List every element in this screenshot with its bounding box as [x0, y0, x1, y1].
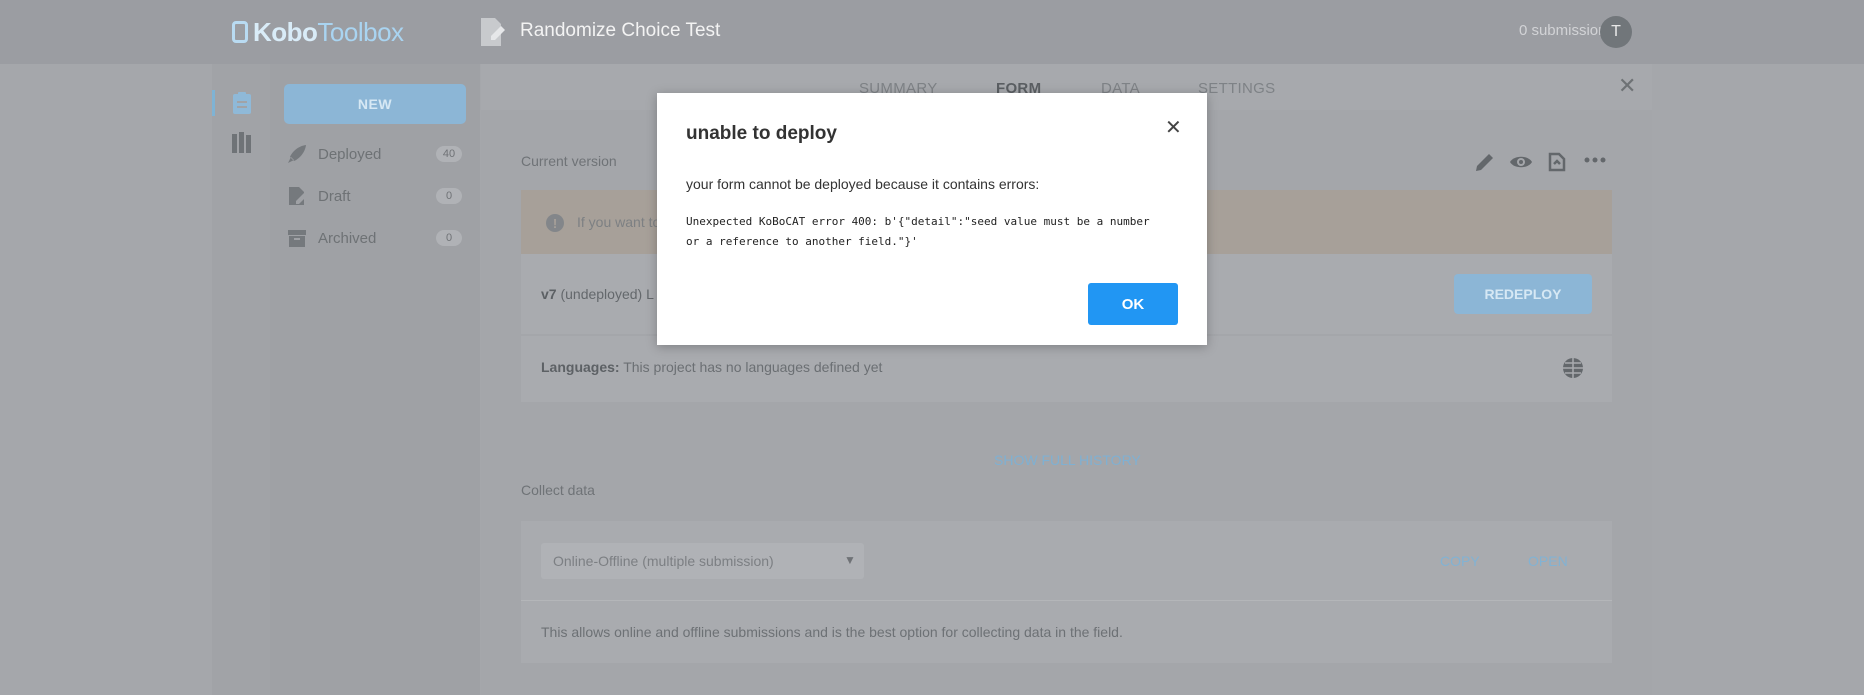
more-options-icon[interactable] — [1583, 150, 1607, 174]
error-line-2: or a reference to another field."}' — [686, 235, 918, 248]
projects-icon[interactable] — [231, 91, 253, 115]
globe-icon[interactable] — [1562, 357, 1584, 379]
rocket-icon — [288, 145, 306, 163]
logo-mark-icon — [232, 21, 248, 43]
project-title: Randomize Choice Test — [520, 20, 721, 41]
open-link-button[interactable]: OPEN — [1528, 553, 1568, 569]
copy-link-button[interactable]: COPY — [1440, 553, 1480, 569]
preview-eye-icon[interactable] — [1509, 150, 1533, 174]
replace-form-icon[interactable] — [1545, 150, 1569, 174]
current-version-label: Current version — [521, 153, 617, 169]
sidebar-item-label: Draft — [318, 187, 351, 205]
sidebar-item-label: Archived — [318, 229, 377, 247]
tab-settings[interactable]: SETTINGS — [1198, 80, 1275, 97]
logo-text-part2: Toolbox — [317, 16, 404, 47]
sidebar-item-count: 0 — [436, 230, 462, 246]
left-rail — [212, 64, 270, 695]
version-suffix: L — [646, 286, 654, 302]
collect-method-value: Online-Offline (multiple submission) — [553, 553, 774, 569]
error-line-1: Unexpected KoBoCAT error 400: b'{"detail… — [686, 215, 1150, 228]
draft-icon — [289, 187, 307, 205]
modal-title: unable to deploy — [686, 123, 837, 144]
user-avatar[interactable]: T — [1600, 16, 1632, 48]
modal-message: your form cannot be deployed because it … — [686, 176, 1040, 192]
warning-text: If you want to — [577, 214, 661, 230]
logo-text: KoboToolbox — [253, 17, 404, 48]
modal-close-icon[interactable]: ✕ — [1165, 115, 1182, 140]
sidebar-item-label: Deployed — [318, 145, 382, 163]
dropdown-arrow-icon: ▼ — [844, 553, 856, 567]
exclamation-icon: ! — [546, 214, 564, 232]
collect-data-label: Collect data — [521, 482, 595, 498]
sidebar-item-archived[interactable]: Archived 0 — [286, 224, 462, 252]
redeploy-button[interactable]: REDEPLOY — [1454, 274, 1592, 314]
library-icon[interactable] — [231, 131, 253, 155]
new-project-button[interactable]: NEW — [284, 84, 466, 124]
languages-row: Languages: This project has no languages… — [541, 359, 882, 375]
kobotoolbox-logo[interactable]: KoboToolbox — [232, 16, 404, 48]
edit-pencil-icon[interactable] — [1473, 150, 1497, 174]
version-number: v7 — [541, 286, 557, 302]
sidebar-item-draft[interactable]: Draft 0 — [286, 182, 462, 210]
form-document-icon — [481, 18, 505, 46]
divider — [521, 600, 1612, 601]
archive-icon — [288, 230, 306, 247]
show-full-history-link[interactable]: SHOW FULL HISTORY — [994, 452, 1141, 468]
languages-label: Languages: — [541, 359, 620, 375]
version-info: v7 (undeployed) L — [541, 286, 654, 302]
ok-button[interactable]: OK — [1088, 283, 1178, 325]
rail-active-indicator — [212, 90, 215, 116]
logo-text-part1: Kobo — [253, 16, 318, 47]
collect-method-description: This allows online and offline submissio… — [541, 624, 1123, 640]
submissions-count: 0 submissions — [1518, 22, 1614, 39]
sidebar-item-deployed[interactable]: Deployed 40 — [286, 140, 462, 168]
languages-value: This project has no languages defined ye… — [623, 359, 883, 375]
version-status: (undeployed) — [560, 286, 643, 302]
close-icon[interactable]: ✕ — [1618, 75, 1636, 97]
modal-error-details: Unexpected KoBoCAT error 400: b'{"detail… — [686, 212, 1166, 252]
sidebar-item-count: 0 — [436, 188, 462, 204]
error-modal: unable to deploy ✕ your form cannot be d… — [657, 93, 1207, 345]
sidebar-item-count: 40 — [436, 146, 462, 162]
